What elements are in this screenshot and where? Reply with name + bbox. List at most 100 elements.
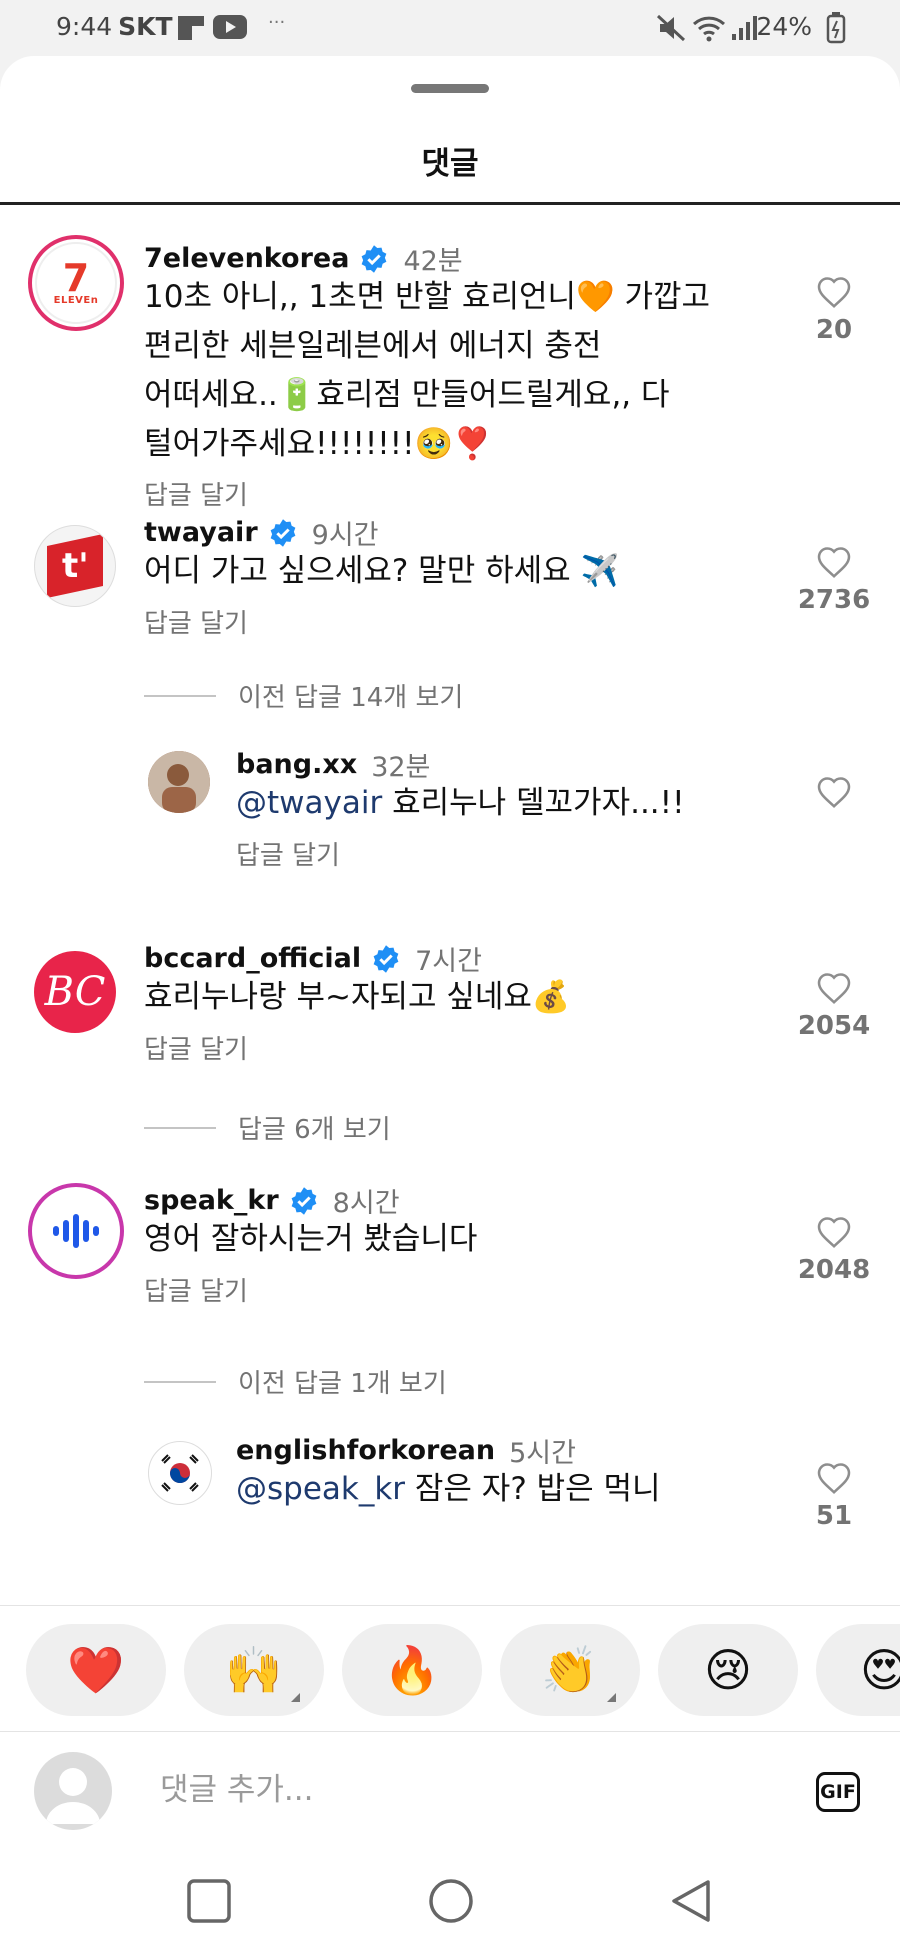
reaction-clap-button[interactable]: 👏 xyxy=(500,1624,640,1716)
heart-eyes-emoji-icon: 😍 xyxy=(860,1643,900,1697)
bc-logo-text: BC xyxy=(44,969,106,1015)
username[interactable]: twayair xyxy=(144,517,258,548)
reply-button[interactable]: 답글 달기 xyxy=(144,1271,248,1308)
username[interactable]: englishforkorean xyxy=(236,1435,495,1466)
back-button[interactable] xyxy=(668,1878,714,1924)
view-replies-button[interactable]: 답글 6개 보기 xyxy=(144,1109,391,1146)
view-replies-button[interactable]: 이전 답글 14개 보기 xyxy=(144,677,463,714)
avatar[interactable] xyxy=(148,1441,212,1505)
view-replies-button[interactable]: 이전 답글 1개 보기 xyxy=(144,1363,447,1400)
username[interactable]: 7elevenkorea xyxy=(144,243,349,274)
avatar[interactable]: 7 ELEVEn xyxy=(28,235,124,331)
comment-item: t' twayair 9시간 어디 가고 싶으세요? 말만 하세요 ✈️ 답글 … xyxy=(0,505,900,655)
comment-line: 편리한 세븐일레븐에서 에너지 충전 xyxy=(144,328,602,364)
comment-list[interactable]: 7 ELEVEn 7elevenkorea 42분 10초 아니,, 1초면 반… xyxy=(0,205,900,1661)
gallery-icon xyxy=(178,16,204,40)
default-avatar-icon xyxy=(46,1768,100,1824)
heart-icon xyxy=(817,777,851,808)
emoji-reaction-bar[interactable]: ❤️ 🙌 🔥 👏 😢 😍 xyxy=(0,1605,900,1732)
youtube-icon xyxy=(213,15,247,39)
skin-tone-indicator xyxy=(291,1693,300,1702)
reply-button[interactable]: 답글 달기 xyxy=(144,603,248,640)
avatar-photo xyxy=(148,751,210,813)
like-count: 2054 xyxy=(797,1011,871,1041)
system-navigation-bar xyxy=(0,1850,900,1950)
reaction-heart-button[interactable]: ❤️ xyxy=(26,1624,166,1716)
comment-item: 7 ELEVEn 7elevenkorea 42분 10초 아니,, 1초면 반… xyxy=(0,235,900,511)
reply-button[interactable]: 답글 달기 xyxy=(236,835,340,872)
drag-handle[interactable] xyxy=(411,84,489,93)
logo-seven: 7 xyxy=(62,255,90,300)
replies-divider-line xyxy=(144,1380,216,1383)
status-carrier: SKT xyxy=(118,12,173,41)
reaction-fire-button[interactable]: 🔥 xyxy=(342,1624,482,1716)
mention-link[interactable]: @speak_kr xyxy=(236,1471,405,1507)
like-count: 51 xyxy=(815,1501,853,1531)
fire-emoji-icon: 🔥 xyxy=(383,1642,441,1697)
raised-hands-emoji-icon: 🙌 xyxy=(225,1642,283,1697)
recent-apps-button[interactable] xyxy=(186,1878,232,1924)
crying-emoji-icon: 😢 xyxy=(704,1643,752,1697)
replies-divider-line xyxy=(144,1126,216,1129)
reply-item: bang.xx 32분 @twayair 효리누나 델꼬가자...!! 답글 달… xyxy=(0,745,900,875)
like-button[interactable]: 20 xyxy=(794,275,874,345)
more-notifications: ··· xyxy=(268,12,286,33)
verified-badge-icon xyxy=(373,944,399,973)
comment-item: BC bccard_official 7시간 효리누나랑 부~자되고 싶네요💰 … xyxy=(0,933,900,1083)
reply-text: @speak_kr 잠은 자? 밥은 먹니 xyxy=(236,1465,661,1514)
sheet-title: 댓글 xyxy=(421,146,479,182)
home-button[interactable] xyxy=(428,1878,474,1924)
like-count: 2048 xyxy=(797,1255,871,1285)
like-button[interactable] xyxy=(794,775,874,809)
comment-text: 10초 아니,, 1초면 반할 효리언니🧡 가깝고 편리한 세븐일레븐에서 에너… xyxy=(144,273,710,469)
heart-icon xyxy=(817,1463,851,1494)
comment-line: 털어가주세요!!!!!!!!🥹❣️ xyxy=(144,426,492,462)
like-button[interactable]: 2054 xyxy=(784,971,884,1041)
like-button[interactable]: 2736 xyxy=(784,545,884,615)
user-avatar xyxy=(34,1752,112,1830)
comment-text: 어디 가고 싶으세요? 말만 하세요 ✈️ xyxy=(144,553,620,589)
heart-icon xyxy=(817,1217,851,1248)
sound-wave-icon xyxy=(53,1214,99,1248)
clap-emoji-icon: 👏 xyxy=(541,1642,599,1697)
avatar[interactable] xyxy=(28,1183,124,1279)
battery-level: 24% xyxy=(756,12,812,41)
seven-eleven-logo: 7 ELEVEn xyxy=(35,242,117,324)
username[interactable]: bang.xx xyxy=(236,749,357,780)
comment-input-bar: GIF xyxy=(0,1731,900,1851)
heart-icon xyxy=(817,547,851,578)
avatar[interactable]: t' xyxy=(34,525,116,607)
avatar[interactable]: BC xyxy=(34,951,116,1033)
gif-button[interactable]: GIF xyxy=(816,1772,860,1812)
heart-emoji-icon: ❤️ xyxy=(67,1642,125,1697)
avatar[interactable] xyxy=(148,751,210,813)
replies-divider-line xyxy=(144,694,216,697)
verified-badge-icon xyxy=(291,1186,317,1215)
verified-badge-icon xyxy=(270,518,296,547)
reaction-heart-eyes-button[interactable]: 😍 xyxy=(816,1624,900,1716)
reaction-crying-button[interactable]: 😢 xyxy=(658,1624,798,1716)
logo-eleven: ELEVEn xyxy=(53,294,99,306)
tway-logo: t' xyxy=(47,534,103,598)
reply-body: 잠은 자? 밥은 먹니 xyxy=(405,1471,661,1507)
reply-button[interactable]: 답글 달기 xyxy=(144,1029,248,1066)
comment-input[interactable] xyxy=(136,1760,744,1820)
like-button[interactable]: 51 xyxy=(794,1461,874,1531)
wifi-icon xyxy=(692,16,726,42)
view-replies-label: 이전 답글 14개 보기 xyxy=(238,683,464,713)
view-replies-label: 이전 답글 1개 보기 xyxy=(238,1369,447,1399)
view-replies-label: 답글 6개 보기 xyxy=(238,1115,391,1145)
speak-logo xyxy=(36,1191,116,1271)
username[interactable]: speak_kr xyxy=(144,1185,279,1216)
username[interactable]: bccard_official xyxy=(144,943,361,974)
comment-text: 효리누나랑 부~자되고 싶네요💰 xyxy=(144,979,571,1015)
mention-link[interactable]: @twayair xyxy=(236,785,382,821)
reaction-raised-hands-button[interactable]: 🙌 xyxy=(184,1624,324,1716)
comment-item: speak_kr 8시간 영어 잘하시는거 봤습니다 답글 달기 2048 xyxy=(0,1177,900,1327)
like-count: 2736 xyxy=(797,585,871,615)
like-count: 20 xyxy=(815,315,853,345)
status-time: 9:44 SKT xyxy=(56,12,173,41)
status-bar: 9:44 SKT ··· 24% xyxy=(0,0,900,56)
reply-text: @twayair 효리누나 델꼬가자...!! xyxy=(236,779,685,828)
like-button[interactable]: 2048 xyxy=(784,1215,884,1285)
